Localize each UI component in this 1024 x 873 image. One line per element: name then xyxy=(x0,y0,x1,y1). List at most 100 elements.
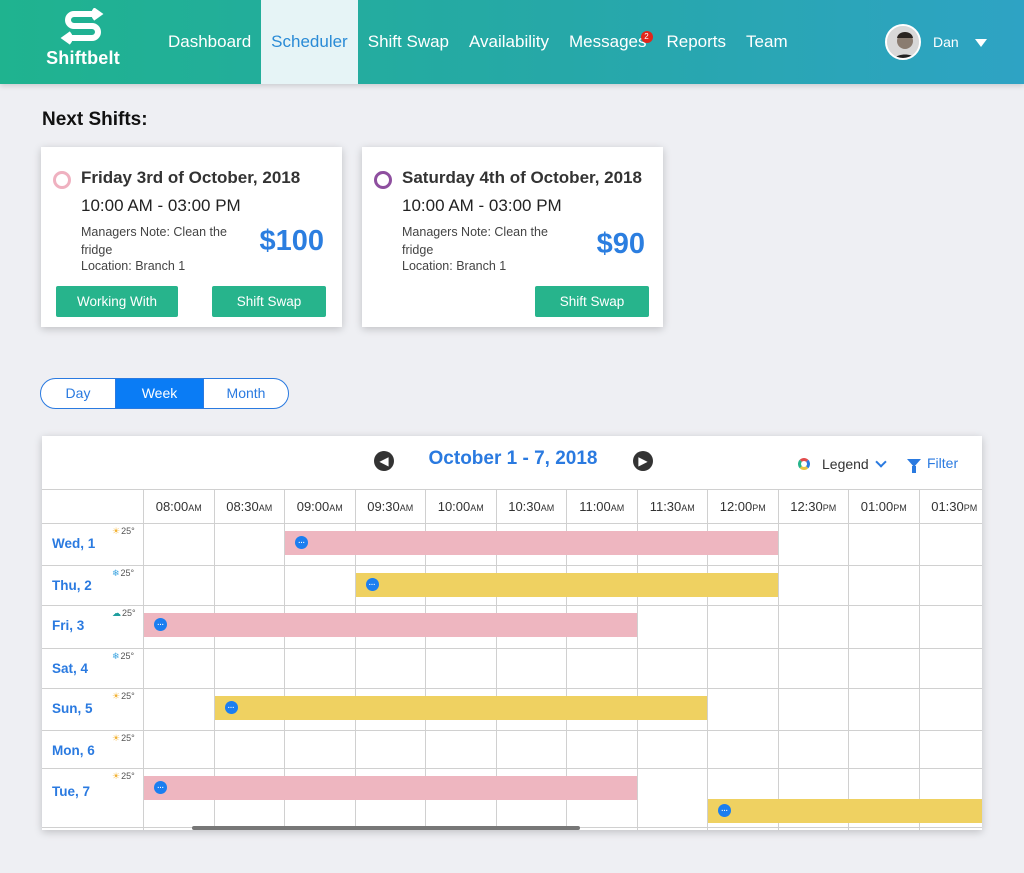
brand-name: Shiftbelt xyxy=(46,48,120,68)
shift-time: 10:00 AM - 03:00 PM xyxy=(402,196,562,215)
chat-bubble-icon[interactable]: … xyxy=(154,781,167,794)
time-label: 11:00 xyxy=(579,499,611,514)
time-label: 01:00 xyxy=(860,499,894,514)
view-month-button[interactable]: Month xyxy=(203,379,288,408)
time-period: AM xyxy=(610,503,625,513)
nav-reports[interactable]: Reports xyxy=(657,0,737,84)
chevron-right-icon[interactable]: ▶ xyxy=(633,451,653,471)
shift-bar[interactable]: … xyxy=(355,573,778,597)
chat-bubble-icon[interactable]: … xyxy=(295,536,308,549)
nav-availability[interactable]: Availability xyxy=(459,0,559,84)
time-label: 10:30 xyxy=(508,499,541,514)
nav-messages[interactable]: Messages 2 xyxy=(559,0,656,84)
user-menu[interactable]: Dan xyxy=(885,23,987,61)
cloud-icon: ☁ xyxy=(112,608,121,618)
time-slot-header: 09:30AM xyxy=(354,490,426,524)
time-period: AM xyxy=(258,503,273,513)
nav-shift-swap[interactable]: Shift Swap xyxy=(358,0,459,84)
top-navbar: Shiftbelt Dashboard Scheduler Shift Swap Av… xyxy=(0,0,1024,84)
time-header: 08:00AM 08:30AM 09:00AM 09:30AM 10:00AM 10:30… xyxy=(42,489,982,524)
status-ring-icon xyxy=(53,171,71,189)
chevron-down-icon[interactable] xyxy=(974,39,987,47)
nav-label: Availability xyxy=(469,32,550,51)
time-slot-header: 11:30AM xyxy=(636,490,708,524)
shift-location: Location: Branch 1 xyxy=(81,259,186,273)
nav-scheduler[interactable]: Scheduler xyxy=(261,0,358,84)
shift-bar[interactable]: … xyxy=(214,696,707,720)
day-label[interactable]: Wed, 1 xyxy=(52,536,95,551)
sun-icon: ☀ xyxy=(112,733,121,743)
view-toggle: Day Week Month xyxy=(40,378,289,409)
shiftbelt-logo-icon xyxy=(60,8,104,45)
filter-label: Filter xyxy=(927,455,959,471)
time-slot-header: 01:00PM xyxy=(848,490,919,524)
shift-bar[interactable]: … xyxy=(708,799,982,823)
day-label[interactable]: Tue, 7 xyxy=(52,784,90,799)
time-label: 11:30 xyxy=(649,499,682,514)
time-period: AM xyxy=(681,503,695,513)
shift-price: $100 xyxy=(259,225,324,257)
time-label: 08:30 xyxy=(226,499,259,514)
time-slot-header: 12:00PM xyxy=(707,490,778,524)
day-label[interactable]: Sun, 5 xyxy=(52,701,93,716)
shift-date: Friday 3rd of October, 2018 xyxy=(81,168,301,187)
avatar[interactable] xyxy=(885,24,921,60)
time-period: AM xyxy=(399,503,414,513)
filter-icon xyxy=(907,459,921,473)
user-avatar-icon xyxy=(887,26,919,58)
weather-info: ☁25° xyxy=(112,608,136,619)
shift-bar[interactable]: … xyxy=(285,531,778,555)
shift-bar[interactable]: … xyxy=(144,776,637,800)
shift-swap-button[interactable]: Shift Swap xyxy=(535,286,649,317)
chat-bubble-icon[interactable]: … xyxy=(224,701,238,714)
time-label: 10:00 xyxy=(437,499,471,514)
nav-label: Team xyxy=(746,32,788,51)
chat-bubble-icon[interactable]: … xyxy=(154,618,167,631)
sun-icon: ☀ xyxy=(112,526,121,536)
time-period: AM xyxy=(188,503,202,513)
working-with-button[interactable]: Working With xyxy=(56,286,178,317)
time-period: PM xyxy=(822,503,837,513)
temperature: 25° xyxy=(121,691,135,701)
time-period: PM xyxy=(963,503,978,513)
time-period: AM xyxy=(540,503,555,513)
brand-logo[interactable]: Shiftbelt xyxy=(40,6,126,76)
time-slot-header: 09:00AM xyxy=(284,490,355,524)
time-period: AM xyxy=(329,503,343,513)
time-slot-header: 08:30AM xyxy=(213,490,285,524)
time-label: 09:30 xyxy=(367,499,400,514)
chevron-left-icon[interactable]: ◀ xyxy=(374,451,394,471)
scheduler-panel: ◀ October 1 - 7, 2018 ▶ Legend Filter 08… xyxy=(42,436,982,830)
chat-bubble-icon[interactable]: … xyxy=(365,578,379,591)
snow-icon: ❄ xyxy=(112,568,120,578)
day-label[interactable]: Sat, 4 xyxy=(52,661,88,676)
day-label[interactable]: Fri, 3 xyxy=(52,618,84,633)
horizontal-scrollbar[interactable] xyxy=(192,826,580,830)
chat-bubble-icon[interactable]: … xyxy=(718,804,731,817)
shift-bar[interactable]: … xyxy=(144,613,637,637)
weather-info: ☀25° xyxy=(112,691,135,702)
weather-info: ❄25° xyxy=(112,568,134,579)
time-slot-header: 10:00AM xyxy=(425,490,496,524)
sun-icon: ☀ xyxy=(112,691,121,701)
managers-note: Managers Note: Clean the fridge xyxy=(81,225,227,257)
shift-swap-button[interactable]: Shift Swap xyxy=(212,286,326,317)
nav-dashboard[interactable]: Dashboard xyxy=(158,0,261,84)
temperature: 25° xyxy=(121,771,135,781)
legend-dropdown[interactable]: Legend xyxy=(798,456,887,472)
time-label: 12:00 xyxy=(719,499,753,514)
time-label: 12:30 xyxy=(790,499,823,514)
view-day-button[interactable]: Day xyxy=(41,379,116,408)
day-label[interactable]: Mon, 6 xyxy=(52,743,95,758)
legend-icon xyxy=(798,458,810,470)
time-label: 08:00 xyxy=(155,499,189,514)
weather-info: ❄25° xyxy=(112,651,134,662)
nav-team[interactable]: Team xyxy=(736,0,798,84)
day-label[interactable]: Thu, 2 xyxy=(52,578,92,593)
legend-label: Legend xyxy=(822,456,869,472)
time-label: 01:30 xyxy=(931,499,964,514)
view-week-button[interactable]: Week xyxy=(116,379,203,408)
filter-button[interactable]: Filter xyxy=(907,455,959,473)
temperature: 25° xyxy=(121,733,135,743)
temperature: 25° xyxy=(120,568,135,578)
